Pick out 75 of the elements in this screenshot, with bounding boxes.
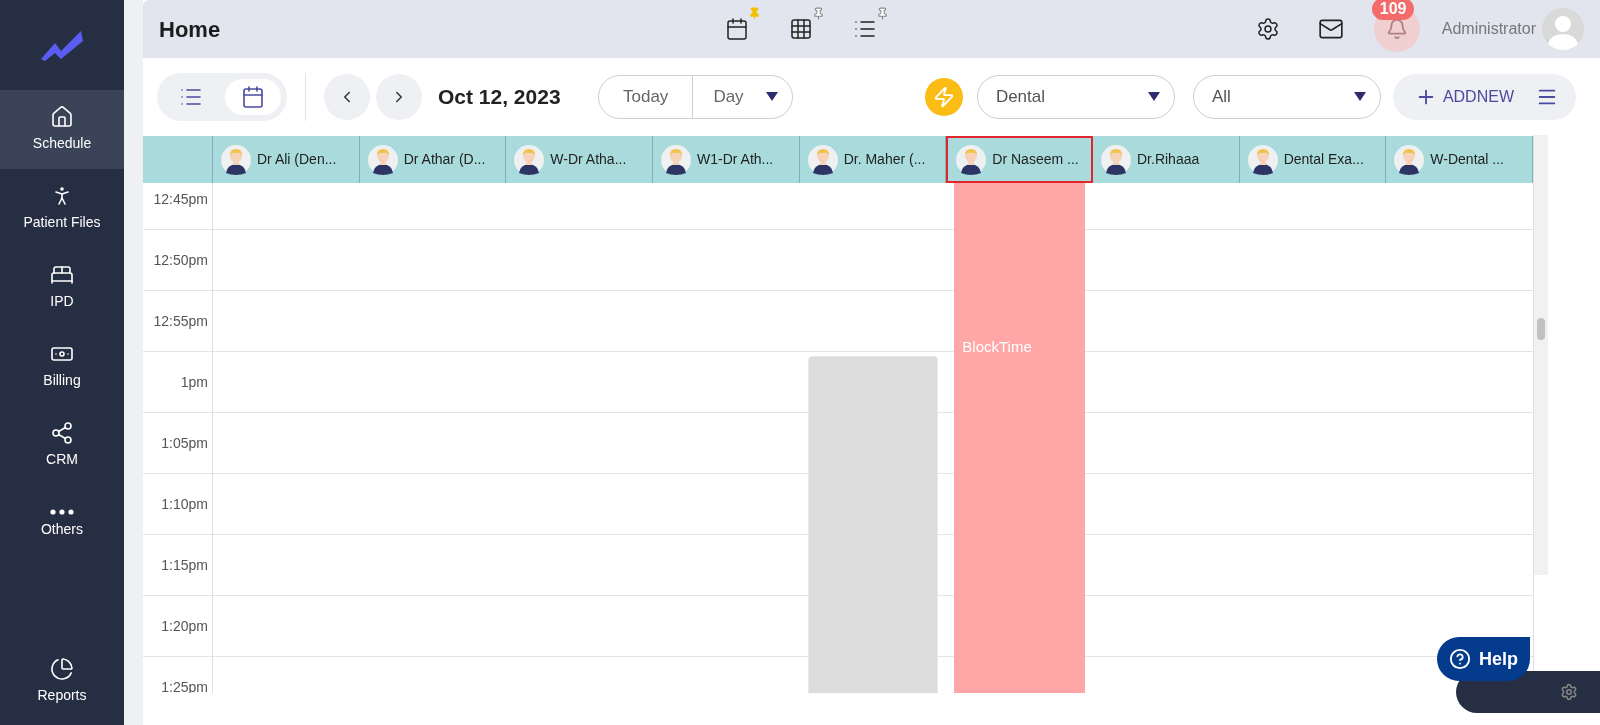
sidebar-label: Schedule	[32, 134, 92, 153]
notification-badge: 109	[1371, 0, 1415, 20]
help-icon	[1449, 648, 1471, 670]
sidebar-item[interactable]: Patient Files	[0, 169, 124, 248]
doctor-name: Dr.Rihaaa	[1137, 150, 1200, 169]
doctor-name: W1-Dr Ath...	[697, 150, 774, 169]
user-name[interactable]: Administrator	[1441, 17, 1536, 41]
logo-icon	[39, 29, 85, 61]
doctor-avatar-icon	[1247, 144, 1278, 175]
sidebar-label: Billing	[43, 371, 81, 390]
settings-icon[interactable]	[1255, 17, 1280, 41]
page-title: Home	[159, 15, 222, 44]
bed-icon	[50, 263, 74, 287]
blocked-time-label: BlockTime	[962, 338, 1032, 355]
sidebar-item[interactable]: Billing	[0, 327, 124, 406]
sidebar-item[interactable]: CRM	[0, 406, 124, 485]
doctor-avatar-icon	[807, 144, 838, 175]
add-new-button[interactable]: ADDNEW	[1414, 84, 1514, 109]
time-label: 1:05pm	[161, 433, 208, 453]
time-label: 1:10pm	[161, 494, 208, 514]
doctor-column-header[interactable]: Dr Ali (Den...	[213, 136, 360, 183]
sidebar-label: IPD	[50, 292, 74, 311]
help-button[interactable]: Help	[1437, 637, 1530, 681]
caret-icon	[765, 92, 778, 101]
time-label: 12:50pm	[153, 250, 208, 270]
calendar-icon	[725, 17, 749, 41]
home-icon	[50, 105, 74, 129]
doctor-avatar-icon	[514, 144, 545, 175]
sidebar-item[interactable]: Schedule	[0, 90, 124, 169]
today-button[interactable]: Today	[599, 75, 694, 118]
sidebar-item[interactable]: IPD	[0, 248, 124, 327]
sidebar-label: Patient Files	[23, 213, 101, 232]
lightning-icon	[932, 85, 955, 108]
calendar-icon	[241, 84, 265, 109]
doctor-column-header[interactable]: W1-Dr Ath...	[653, 136, 800, 183]
sidebar-item[interactable]: Reports	[0, 642, 124, 721]
time-label: 1:20pm	[161, 616, 208, 636]
sidebar-item[interactable]: Others	[0, 485, 124, 564]
doctor-avatar-icon	[661, 144, 691, 175]
doctor-column-header[interactable]: Dr Athar (D...	[359, 136, 507, 183]
bell-icon[interactable]	[1385, 18, 1408, 40]
grid-icon	[789, 17, 813, 41]
pie-chart-icon	[50, 657, 74, 681]
sidebar-label: Reports	[37, 686, 87, 705]
doctor-column-header[interactable]: Dental Exa...	[1239, 136, 1387, 183]
time-label: 1:15pm	[161, 555, 208, 575]
range-dropdown[interactable]: Day	[693, 75, 792, 118]
doctor-name: Dr. Maher (...	[843, 150, 926, 169]
network-icon	[50, 421, 74, 445]
time-label: 12:45pm	[153, 190, 208, 209]
doctor-avatar-icon	[1394, 144, 1425, 175]
time-label: 1pm	[180, 372, 208, 392]
current-date: Oct 12, 2023	[438, 83, 562, 110]
doctor-column-header[interactable]: Dr. Maher (...	[799, 136, 947, 183]
doctor-avatar-icon	[1101, 144, 1131, 175]
doctor-name: Dr Athar (D...	[403, 150, 486, 169]
doctor-column-header[interactable]: Dr.Rihaaa	[1093, 136, 1240, 183]
doctor-column-header[interactable]: W-Dr Atha...	[506, 136, 653, 183]
caret-icon	[1147, 92, 1160, 101]
doctor-name: W-Dental ...	[1430, 150, 1504, 169]
view-button[interactable]	[225, 78, 281, 115]
doctor-name: W-Dr Atha...	[550, 150, 627, 169]
caret-icon	[1353, 92, 1366, 101]
doctor-avatar-icon	[367, 144, 398, 175]
doctor-column-header[interactable]: W-Dental ...	[1386, 136, 1533, 183]
time-label: 12:55pm	[153, 311, 208, 331]
sidebar-label: CRM	[46, 450, 78, 469]
more-icon	[50, 509, 74, 515]
doctor-avatar-icon	[221, 144, 251, 175]
doctor-name: Dental Exa...	[1283, 150, 1364, 169]
sidebar-label: Others	[41, 520, 83, 539]
doctor-name: Dr Ali (Den...	[257, 150, 337, 169]
scrollbar-thumb[interactable]	[1537, 318, 1545, 340]
doctor-avatar-icon	[956, 144, 987, 175]
doctor-name: Dr Naseem ...	[992, 150, 1079, 169]
